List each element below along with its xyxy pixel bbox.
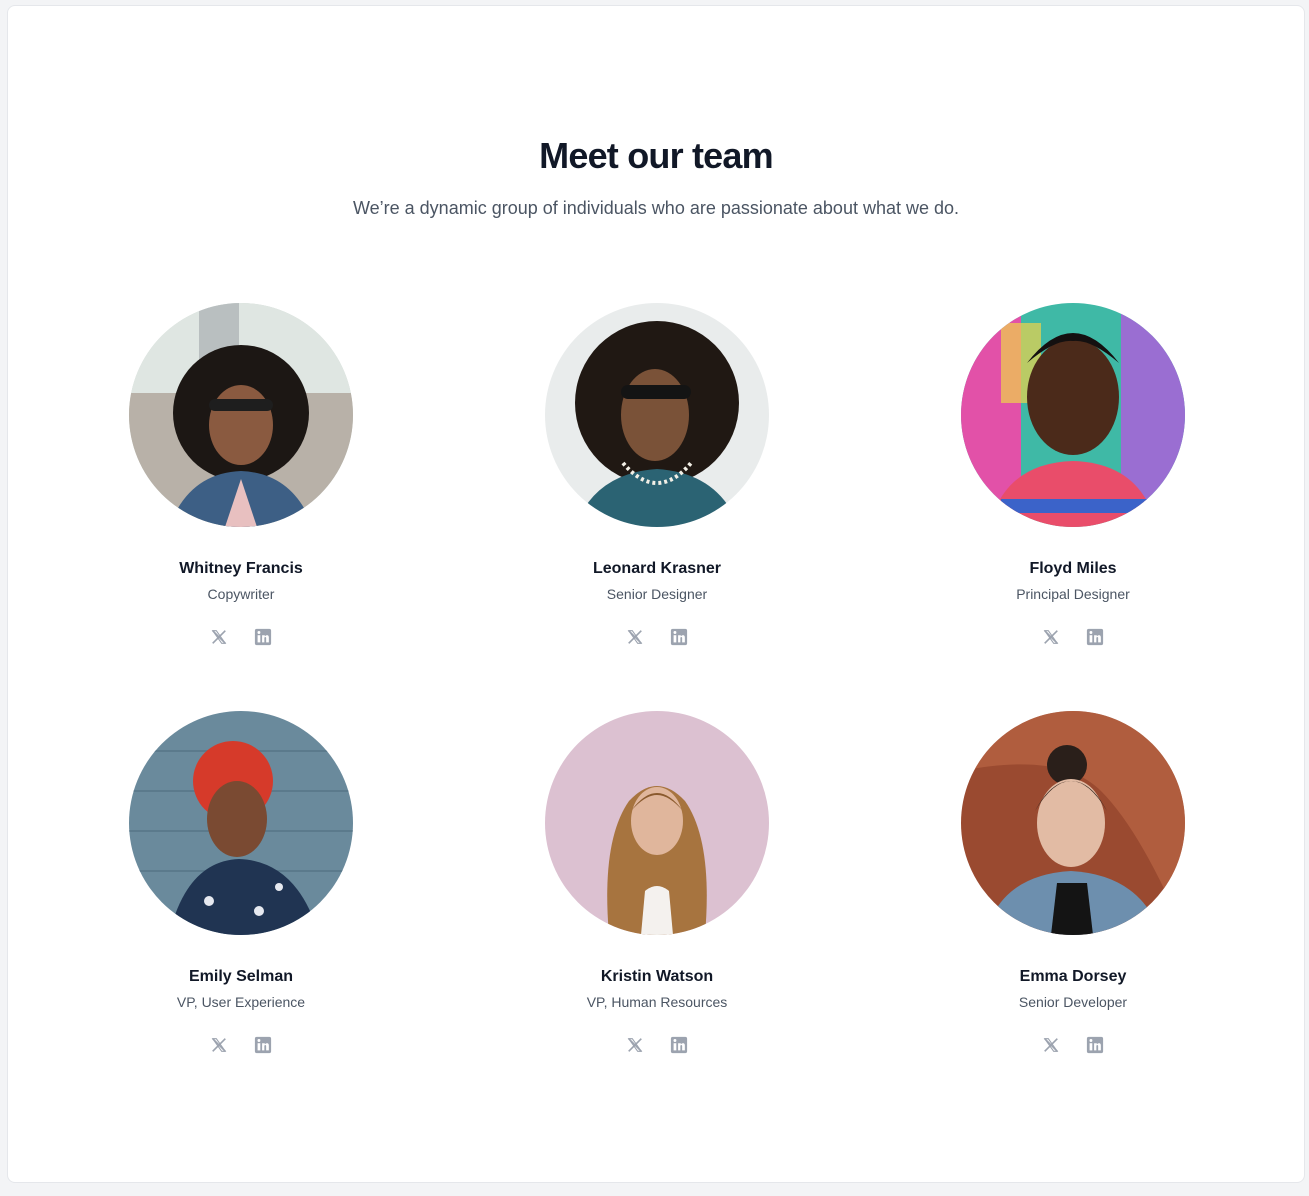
- team-member-card: Whitney Francis Copywriter: [33, 301, 449, 709]
- x-twitter-icon: [1043, 1038, 1059, 1052]
- team-member-card: Emma Dorsey Senior Developer: [865, 709, 1281, 1117]
- member-name: Whitney Francis: [179, 560, 303, 577]
- team-section: Meet our team We’re a dynamic group of i…: [7, 5, 1305, 1183]
- member-photo: [545, 303, 769, 527]
- member-photo: [129, 303, 353, 527]
- member-name: Emily Selman: [188, 968, 294, 985]
- linkedin-link[interactable]: [253, 1035, 273, 1055]
- linkedin-link[interactable]: [1085, 1035, 1105, 1055]
- social-links: [33, 627, 449, 647]
- member-role: Principal Designer: [1016, 586, 1130, 602]
- linkedin-icon: [254, 628, 272, 646]
- member-role: Senior Developer: [1018, 994, 1128, 1010]
- x-twitter-icon: [627, 1038, 643, 1052]
- member-name: Emma Dorsey: [1019, 968, 1127, 985]
- linkedin-link[interactable]: [669, 627, 689, 647]
- x-twitter-link[interactable]: [209, 627, 229, 647]
- linkedin-link[interactable]: [1085, 627, 1105, 647]
- member-role: VP, User Experience: [176, 994, 306, 1010]
- team-member-card: Leonard Krasner Senior Designer: [449, 301, 865, 709]
- x-twitter-link[interactable]: [1041, 627, 1061, 647]
- x-twitter-icon: [211, 1038, 227, 1052]
- x-twitter-link[interactable]: [625, 627, 645, 647]
- team-member-card: Floyd Miles Principal Designer: [865, 301, 1281, 709]
- section-title: Meet our team: [539, 135, 773, 176]
- linkedin-icon: [254, 1036, 272, 1054]
- social-links: [865, 1035, 1281, 1055]
- section-subtitle: We’re a dynamic group of individuals who…: [352, 198, 960, 218]
- social-links: [449, 1035, 865, 1055]
- social-links: [865, 627, 1281, 647]
- member-role: VP, Human Resources: [586, 994, 728, 1010]
- member-role: Senior Designer: [606, 586, 708, 602]
- member-name: Kristin Watson: [600, 968, 714, 985]
- x-twitter-icon: [211, 630, 227, 644]
- member-role: Copywriter: [207, 586, 275, 602]
- linkedin-icon: [1086, 628, 1104, 646]
- x-twitter-icon: [1043, 630, 1059, 644]
- linkedin-icon: [670, 1036, 688, 1054]
- linkedin-link[interactable]: [669, 1035, 689, 1055]
- team-grid: Whitney Francis Copywriter Leonard Krasn…: [8, 301, 1304, 1117]
- team-member-card: Emily Selman VP, User Experience: [33, 709, 449, 1117]
- member-name: Floyd Miles: [1029, 560, 1117, 577]
- x-twitter-link[interactable]: [209, 1035, 229, 1055]
- member-photo: [961, 711, 1185, 935]
- linkedin-icon: [1086, 1036, 1104, 1054]
- x-twitter-icon: [627, 630, 643, 644]
- member-photo: [545, 711, 769, 935]
- member-photo: [129, 711, 353, 935]
- linkedin-link[interactable]: [253, 627, 273, 647]
- social-links: [449, 627, 865, 647]
- linkedin-icon: [670, 628, 688, 646]
- member-photo: [961, 303, 1185, 527]
- x-twitter-link[interactable]: [625, 1035, 645, 1055]
- social-links: [33, 1035, 449, 1055]
- member-name: Leonard Krasner: [592, 560, 722, 577]
- team-member-card: Kristin Watson VP, Human Resources: [449, 709, 865, 1117]
- x-twitter-link[interactable]: [1041, 1035, 1061, 1055]
